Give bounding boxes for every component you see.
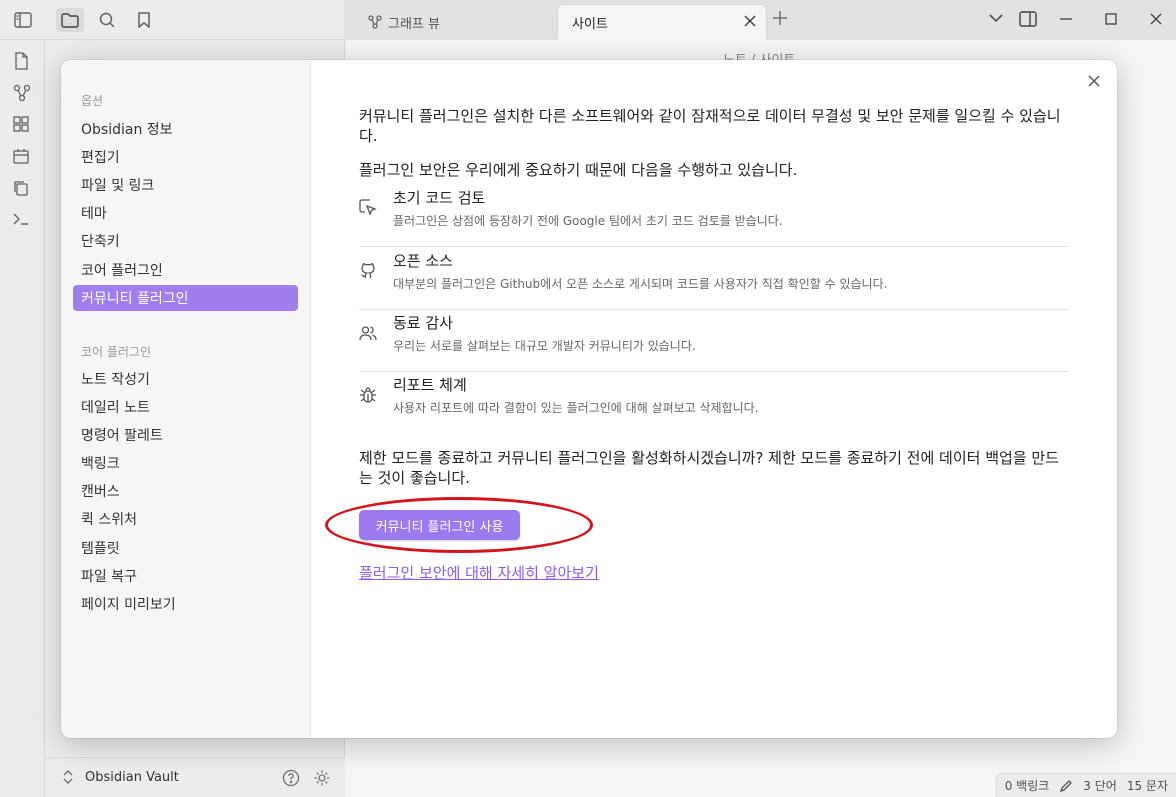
learn-more-link[interactable]: 플러그인 보안에 대해 자세히 알아보기	[359, 562, 599, 583]
settings-item-templates[interactable]: 템플릿	[73, 535, 298, 561]
feature-code-review: 초기 코드 검토 플러그인은 상점에 등장하기 전에 Google 팀에서 초기…	[359, 185, 1069, 247]
feature-report-system: 리포트 체계 사용자 리포트에 따라 결함이 있는 플러그인에 대해 살펴보고 …	[359, 372, 1069, 434]
settings-item-community-plugins[interactable]: 커뮤니티 플러그인	[73, 285, 298, 311]
settings-item-note-composer[interactable]: 노트 작성기	[73, 366, 298, 392]
feature-desc: 우리는 서로를 살펴보는 대규모 개발자 커뮤니티가 있습니다.	[393, 339, 696, 353]
settings-item-files-links[interactable]: 파일 및 링크	[73, 172, 298, 198]
enable-community-plugins-button[interactable]: 커뮤니티 플러그인 사용	[359, 510, 520, 540]
feature-title: 초기 코드 검토	[393, 189, 486, 207]
settings-item-page-preview[interactable]: 페이지 미리보기	[73, 591, 298, 617]
bug-icon	[359, 386, 377, 404]
feature-desc: 플러그인은 상점에 등장하기 전에 Google 팀에서 초기 코드 검토를 받…	[393, 214, 783, 228]
cursor-check-icon	[359, 199, 377, 217]
settings-item-core-plugins[interactable]: 코어 플러그인	[73, 257, 298, 283]
settings-item-canvas[interactable]: 캔버스	[73, 478, 298, 504]
settings-item-editor[interactable]: 편집기	[73, 144, 298, 170]
settings-item-daily-notes[interactable]: 데일리 노트	[73, 394, 298, 420]
feature-open-source: 오픈 소스 대부분의 플러그인은 Github에서 오픈 소스로 게시되며 코드…	[359, 248, 1069, 310]
options-section-title: 옵션	[81, 94, 104, 108]
feature-peer-audit: 동료 감사 우리는 서로를 살펴보는 대규모 개발자 커뮤니티가 있습니다.	[359, 310, 1069, 372]
settings-item-hotkeys[interactable]: 단축키	[73, 228, 298, 254]
settings-item-backlinks[interactable]: 백링크	[73, 450, 298, 476]
intro-text: 플러그인 보안은 우리에게 중요하기 때문에 다음을 수행하고 있습니다.	[359, 161, 798, 179]
feature-title: 동료 감사	[393, 314, 453, 332]
settings-modal: 옵션 Obsidian 정보 편집기 파일 및 링크 테마 단축키 코어 플러그…	[61, 60, 1117, 738]
settings-item-quick-switcher[interactable]: 퀵 스위처	[73, 506, 298, 532]
settings-item-theme[interactable]: 테마	[73, 200, 298, 226]
feature-title: 오픈 소스	[393, 252, 453, 270]
settings-sidebar: 옵션 Obsidian 정보 편집기 파일 및 링크 테마 단축키 코어 플러그…	[61, 60, 311, 738]
settings-item-command-palette[interactable]: 명령어 팔레트	[73, 422, 298, 448]
github-icon	[359, 262, 377, 280]
users-icon	[359, 324, 377, 342]
feature-title: 리포트 체계	[393, 376, 467, 394]
settings-item-file-recovery[interactable]: 파일 복구	[73, 563, 298, 589]
feature-desc: 대부분의 플러그인은 Github에서 오픈 소스로 게시되며 코드를 사용자가…	[393, 277, 888, 291]
warning-text: 커뮤니티 플러그인은 설치한 다른 소프트웨어와 같이 잠재적으로 데이터 무결…	[359, 107, 1061, 145]
settings-item-about[interactable]: Obsidian 정보	[73, 116, 298, 142]
feature-desc: 사용자 리포트에 따라 결함이 있는 플러그인에 대해 살펴보고 삭제합니다.	[393, 401, 759, 415]
modal-close-icon[interactable]	[1084, 71, 1104, 91]
core-plugins-section-title: 코어 플러그인	[81, 345, 152, 359]
restricted-mode-question: 제한 모드를 종료하고 커뮤니티 플러그인을 활성화하시겠습니까? 제한 모드를…	[359, 449, 1059, 487]
